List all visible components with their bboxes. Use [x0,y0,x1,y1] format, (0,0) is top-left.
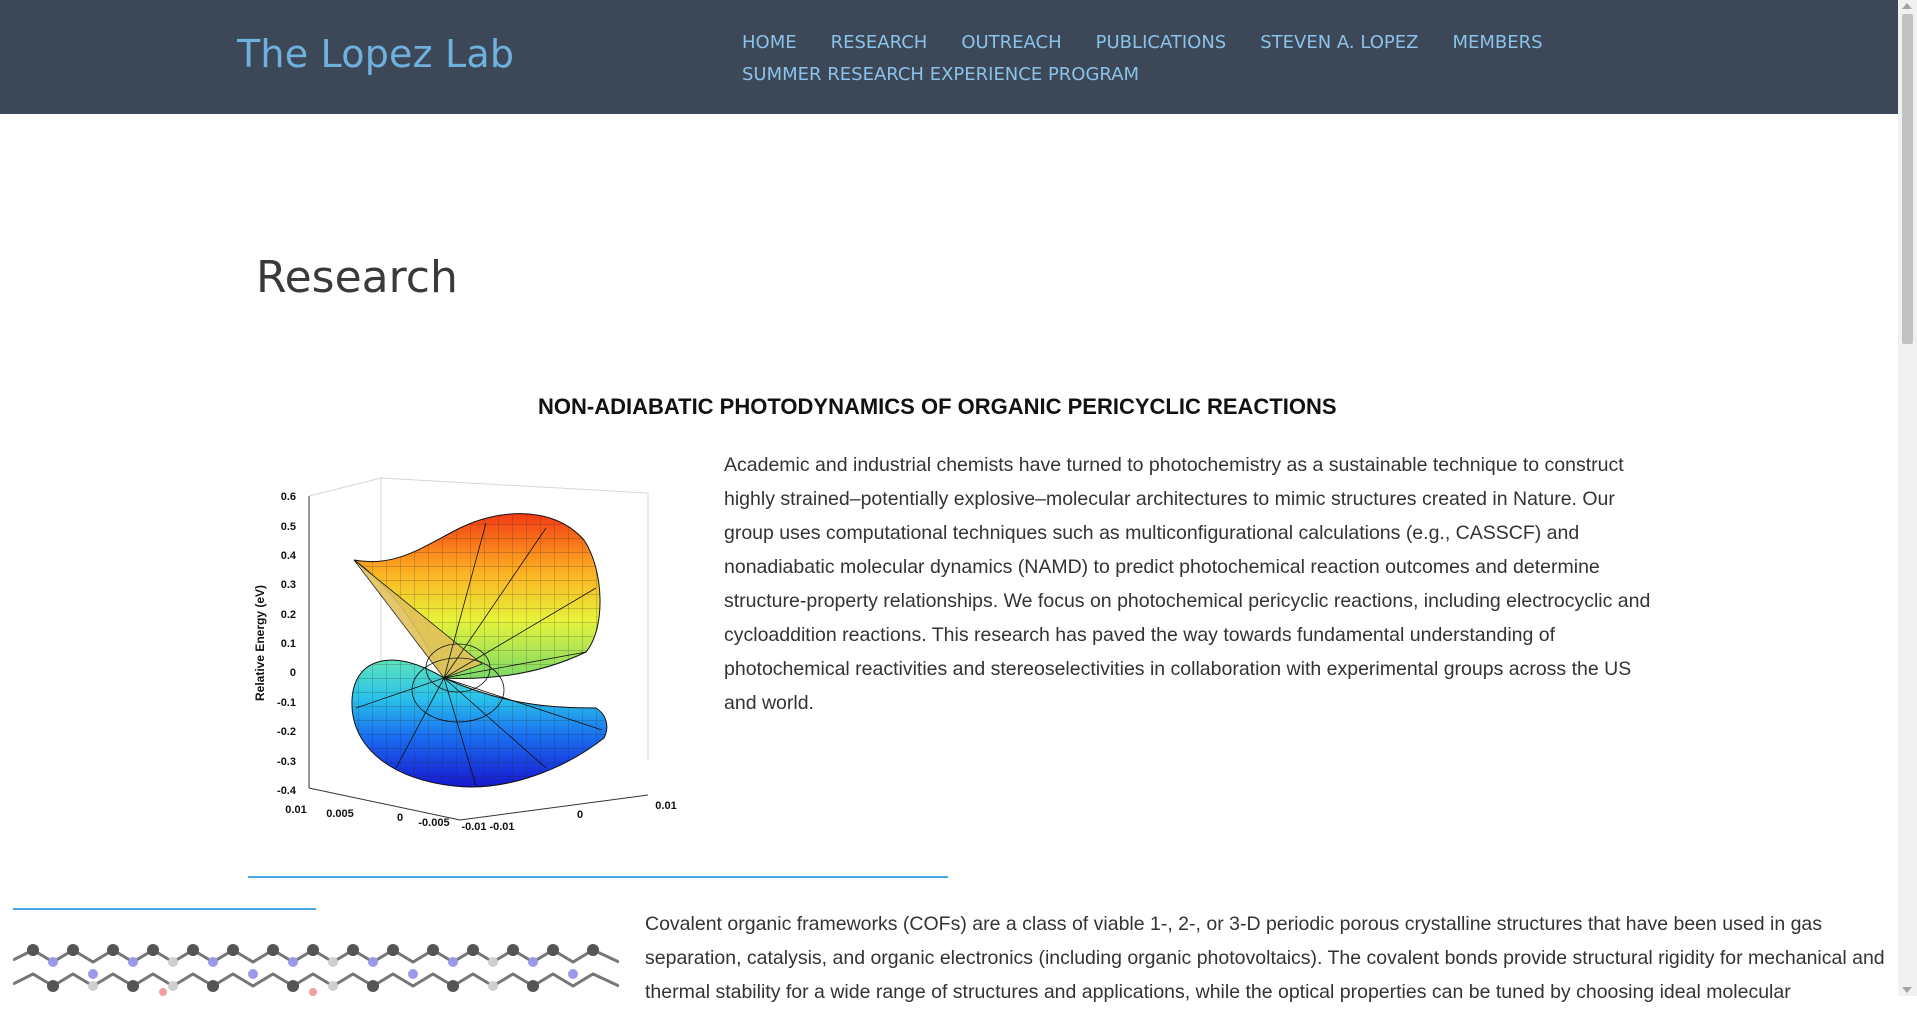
y-axis-label: Relative Energy (eV) [253,585,267,701]
nav-row-1: HOME RESEARCH OUTREACH PUBLICATIONS STEV… [742,26,1642,58]
y-tick: 0 [290,667,296,679]
energy-surface-figure: Relative Energy (eV) 0.6 0.5 0.4 0.3 0.2… [253,477,677,833]
x-tick: -0.01 [461,821,486,833]
y-tick: -0.4 [277,785,297,797]
scrollbar-thumb[interactable] [1902,14,1913,344]
z-tick: -0.01 [489,821,514,833]
y-tick: -0.2 [277,726,296,738]
nav-research-link[interactable]: RESEARCH [831,32,928,53]
y-tick: 0.6 [281,491,296,503]
z-tick: 0.01 [655,800,676,812]
y-tick: 0.4 [281,550,297,562]
section1-paragraph: Academic and industrial chemists have tu… [724,454,1651,714]
main-nav: HOME RESEARCH OUTREACH PUBLICATIONS STEV… [742,26,1642,90]
page-scrollbar[interactable] [1898,0,1917,996]
site-header: The Lopez Lab HOME RESEARCH OUTREACH PUB… [0,0,1898,114]
section-title-photodynamics: NON-ADIABATIC PHOTODYNAMICS OF ORGANIC P… [538,394,1337,419]
nav-row-2: SUMMER RESEARCH EXPERIENCE PROGRAM [742,58,1642,90]
nav-home-link[interactable]: HOME [742,32,797,53]
nav-summer-program-link[interactable]: SUMMER RESEARCH EXPERIENCE PROGRAM [742,64,1139,85]
y-tick: -0.1 [277,697,296,709]
x-ticks: 0.01 0.005 0 -0.005 -0.01 [285,804,486,833]
site-brand-link[interactable]: The Lopez Lab [237,32,514,76]
y-tick: -0.3 [277,756,296,768]
nav-members-link[interactable]: MEMBERS [1452,32,1542,53]
section-divider [248,876,948,878]
y-tick: 0.5 [281,521,296,533]
y-tick: 0.2 [281,609,296,621]
y-tick: 0.1 [281,638,296,650]
scroll-up-arrow-icon[interactable] [1902,3,1912,9]
upper-energy-surface [353,513,601,679]
x-tick: 0.01 [285,804,306,816]
image-caption-divider [13,908,316,910]
nav-pi-link[interactable]: STEVEN A. LOPEZ [1260,32,1418,53]
nav-outreach-link[interactable]: OUTREACH [961,32,1061,53]
y-tick: 0.3 [281,579,296,591]
x-tick: 0 [397,812,403,824]
scroll-down-arrow-icon[interactable] [1902,987,1912,993]
nav-publications-link[interactable]: PUBLICATIONS [1096,32,1227,53]
x-tick: -0.005 [418,817,449,829]
lower-energy-surface [351,659,608,788]
page-title: Research [256,252,458,303]
cof-structure-image [13,940,619,996]
y-ticks: 0.6 0.5 0.4 0.3 0.2 0.1 0 -0.1 -0.2 -0.3… [277,491,297,797]
z-tick: 0 [577,809,583,821]
section2-paragraph: Covalent organic frameworks (COFs) are a… [645,913,1885,1003]
x-tick: 0.005 [326,808,354,820]
z-ticks: -0.01 0 0.01 [489,800,676,833]
